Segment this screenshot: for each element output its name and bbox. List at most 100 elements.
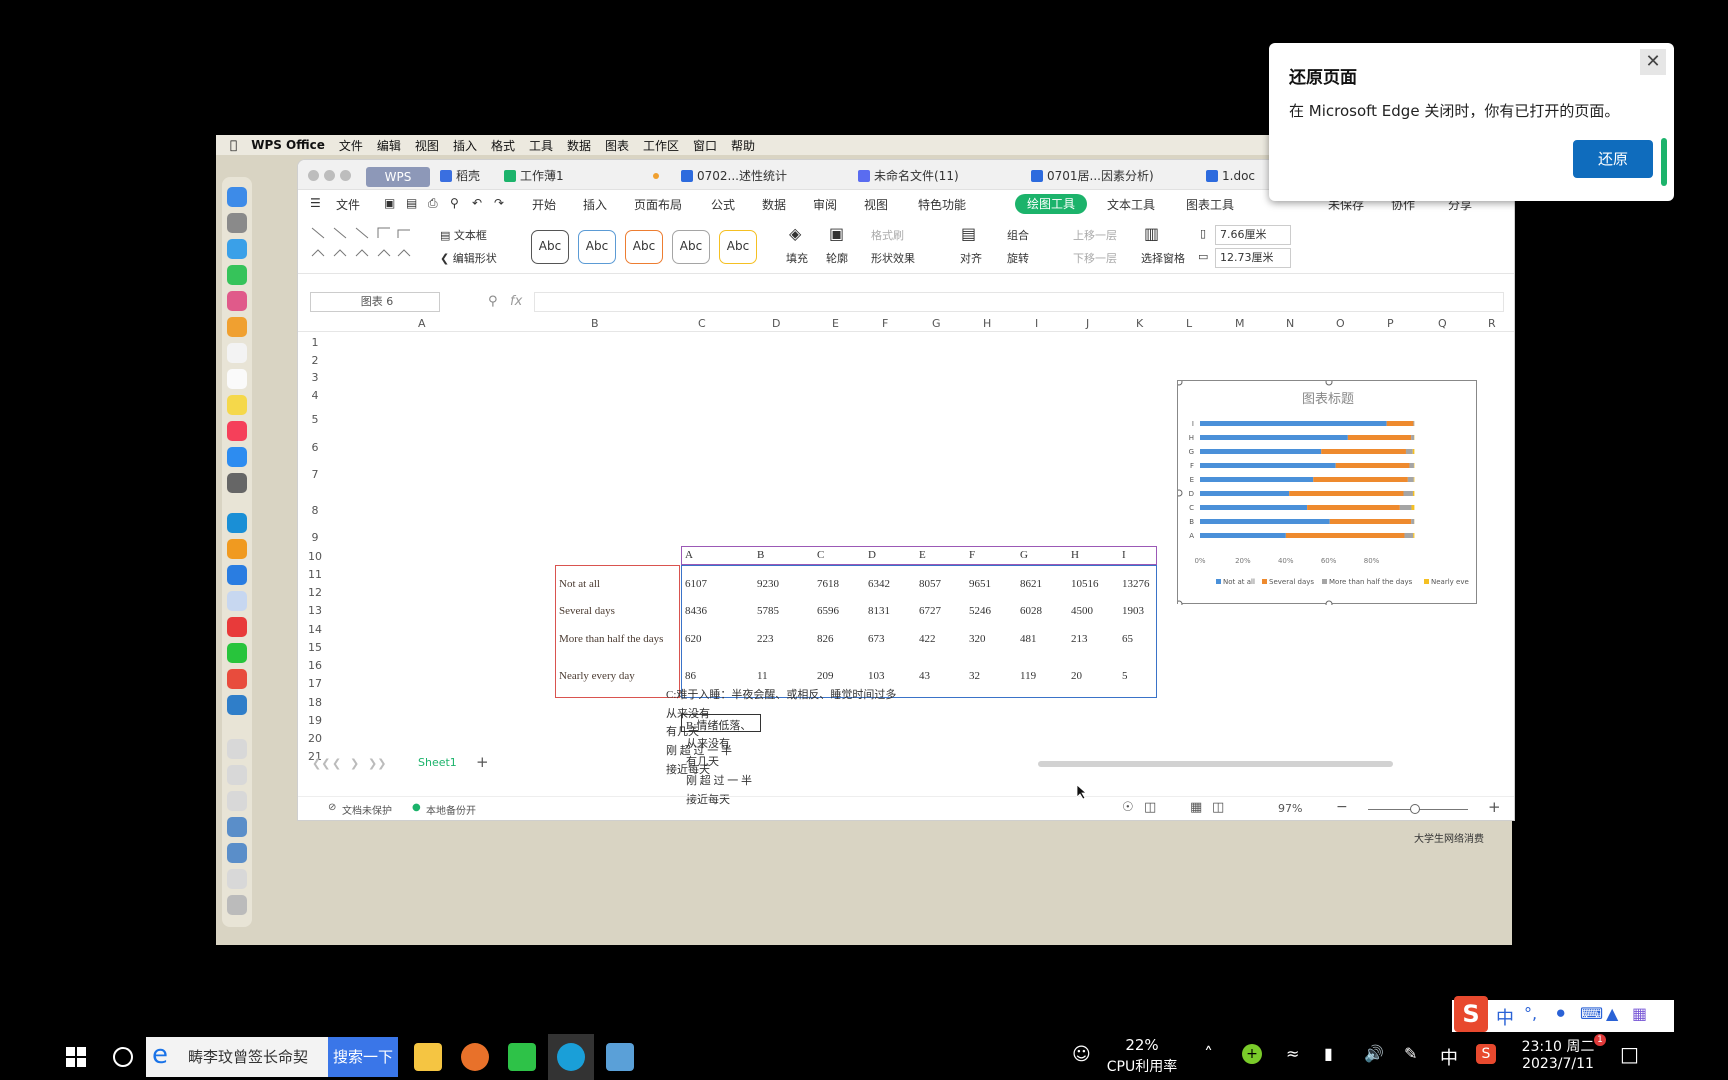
row-number[interactable]: 8 xyxy=(306,504,324,517)
row-number[interactable]: 5 xyxy=(306,413,324,426)
table-cell[interactable]: 8131 xyxy=(868,605,890,617)
table-cell[interactable]: 20 xyxy=(1071,670,1082,682)
table-cell[interactable]: 826 xyxy=(817,633,834,645)
tab-text-tools[interactable]: 文本工具 xyxy=(1107,196,1155,213)
table-header[interactable]: F xyxy=(969,549,975,561)
table-cell[interactable]: 119 xyxy=(1020,670,1036,682)
finder-icon[interactable] xyxy=(227,187,247,207)
col-header[interactable]: N xyxy=(1286,317,1294,330)
chevron-up-icon[interactable]: ˄ xyxy=(1204,1044,1213,1065)
tab-drawing-tools[interactable]: 绘图工具 xyxy=(1015,194,1087,214)
calendar-icon[interactable] xyxy=(227,343,247,363)
format-brush-button[interactable]: 格式刷 xyxy=(871,227,904,243)
clock-date[interactable]: 2023/7/11 xyxy=(1512,1056,1604,1072)
table-cell[interactable]: 320 xyxy=(969,633,986,645)
microphone-icon[interactable]: ⚫ xyxy=(1554,1004,1567,1023)
fill-icon[interactable]: ◈ xyxy=(789,224,801,243)
row-number[interactable]: 6 xyxy=(306,441,324,454)
chart-object[interactable]: 图表标题 I H G F E D C B A 0% 20% 40% 60% 80% Not at all Sev… xyxy=(1175,378,1477,608)
col-header[interactable]: M xyxy=(1235,317,1245,330)
tab-review[interactable]: 审阅 xyxy=(813,196,837,213)
row-number[interactable]: 1 xyxy=(306,336,324,349)
note-c-item[interactable]: 从来没有 xyxy=(666,705,710,721)
edit-shape-button[interactable]: ❮ 编辑形状 xyxy=(440,250,497,266)
appstore-icon[interactable] xyxy=(227,447,247,467)
desktop-file-label[interactable]: 大学生网络消费 xyxy=(1414,830,1484,845)
tab-chart-tools[interactable]: 图表工具 xyxy=(1186,196,1234,213)
table-cell[interactable]: 223 xyxy=(757,633,774,645)
row-label[interactable]: Not at all xyxy=(559,578,600,590)
input-method-indicator[interactable]: 中 xyxy=(1440,1044,1458,1070)
menu-tools[interactable]: 工具 xyxy=(529,137,553,154)
row-number[interactable]: 17 xyxy=(306,677,324,690)
table-cell[interactable]: 6107 xyxy=(685,578,707,590)
tab-0702[interactable]: 0702...述性统计 xyxy=(681,165,787,187)
table-cell[interactable]: 6342 xyxy=(868,578,890,590)
col-header[interactable]: I xyxy=(1035,317,1038,330)
close-window-button[interactable] xyxy=(308,170,319,181)
send-backward-button[interactable]: 下移一层 xyxy=(1073,250,1117,266)
table-cell[interactable]: 5785 xyxy=(757,605,779,617)
zoom-window-button[interactable] xyxy=(340,170,351,181)
table-cell[interactable]: 32 xyxy=(969,670,980,682)
align-button[interactable]: 对齐 xyxy=(960,250,982,266)
remote-desktop-icon[interactable] xyxy=(606,1043,634,1071)
table-cell[interactable]: 10516 xyxy=(1071,578,1099,590)
fill-button[interactable]: 填充 xyxy=(786,250,808,266)
protect-status[interactable]: 文档未保护 xyxy=(342,802,392,817)
style-preset-4[interactable]: Abc xyxy=(672,230,710,264)
ime-punct-mode[interactable]: °, xyxy=(1524,1004,1537,1023)
close-icon[interactable]: ✕ xyxy=(1640,49,1666,75)
app-cloud-icon[interactable] xyxy=(227,591,247,611)
outline-icon[interactable]: ▣ xyxy=(829,224,844,243)
col-header[interactable]: R xyxy=(1488,317,1496,330)
maps-icon[interactable] xyxy=(227,291,247,311)
document-stack-icon-2[interactable] xyxy=(227,843,247,863)
style-preset-3[interactable]: Abc xyxy=(625,230,663,264)
col-header[interactable]: L xyxy=(1186,317,1192,330)
col-header[interactable]: P xyxy=(1387,317,1394,330)
first-sheet-icon[interactable]: ❮❮ xyxy=(312,757,330,770)
table-cell[interactable]: 8621 xyxy=(1020,578,1042,590)
row-number[interactable]: 18 xyxy=(306,696,324,709)
wechat-dock-icon[interactable] xyxy=(227,643,247,663)
table-cell[interactable]: 209 xyxy=(817,670,834,682)
row-number[interactable]: 3 xyxy=(306,371,324,384)
selection-pane-button[interactable]: 选择窗格 xyxy=(1141,250,1185,266)
table-cell[interactable]: 7618 xyxy=(817,578,839,590)
table-header[interactable]: C xyxy=(817,549,824,561)
view-mode-icon[interactable]: ◫ xyxy=(1144,800,1156,815)
undo-icon[interactable]: ↶ xyxy=(472,196,482,210)
shape-height-input[interactable]: 7.66厘米 xyxy=(1215,225,1291,245)
redo-icon[interactable]: ↷ xyxy=(494,196,504,210)
table-header[interactable]: B xyxy=(757,549,764,561)
table-cell[interactable]: 481 xyxy=(1020,633,1037,645)
col-header[interactable]: A xyxy=(418,317,426,330)
table-cell[interactable]: 6596 xyxy=(817,605,839,617)
row-number[interactable]: 15 xyxy=(306,641,324,654)
style-preset-2[interactable]: Abc xyxy=(578,230,616,264)
pen-icon[interactable]: ✎ xyxy=(1404,1044,1417,1063)
table-cell[interactable]: 43 xyxy=(919,670,930,682)
row-number[interactable]: 13 xyxy=(306,604,324,617)
tab-1doc[interactable]: 1.doc xyxy=(1206,165,1255,187)
col-header[interactable]: D xyxy=(772,317,780,330)
apple-icon[interactable]:  xyxy=(230,138,237,152)
restore-button[interactable]: 还原 xyxy=(1573,140,1653,178)
skin-shirt-icon[interactable]: ▲ xyxy=(1606,1004,1618,1023)
col-header[interactable]: J xyxy=(1086,317,1089,330)
table-cell[interactable]: 5246 xyxy=(969,605,991,617)
style-preset-1[interactable]: Abc xyxy=(531,230,569,264)
notes-icon[interactable] xyxy=(227,395,247,415)
document-stack-icon[interactable] xyxy=(227,817,247,837)
line-shapes-gallery[interactable] xyxy=(310,226,420,266)
table-header[interactable]: A xyxy=(685,549,693,561)
file-icon-2[interactable] xyxy=(227,765,247,785)
tab-features[interactable]: 特色功能 xyxy=(918,196,966,213)
books-icon[interactable] xyxy=(227,539,247,559)
col-header[interactable]: F xyxy=(882,317,888,330)
table-cell[interactable]: 65 xyxy=(1122,633,1133,645)
wechat-taskbar-icon[interactable] xyxy=(508,1043,536,1071)
table-cell[interactable]: 213 xyxy=(1071,633,1088,645)
ime-chinese-mode[interactable]: 中 xyxy=(1496,1004,1514,1030)
